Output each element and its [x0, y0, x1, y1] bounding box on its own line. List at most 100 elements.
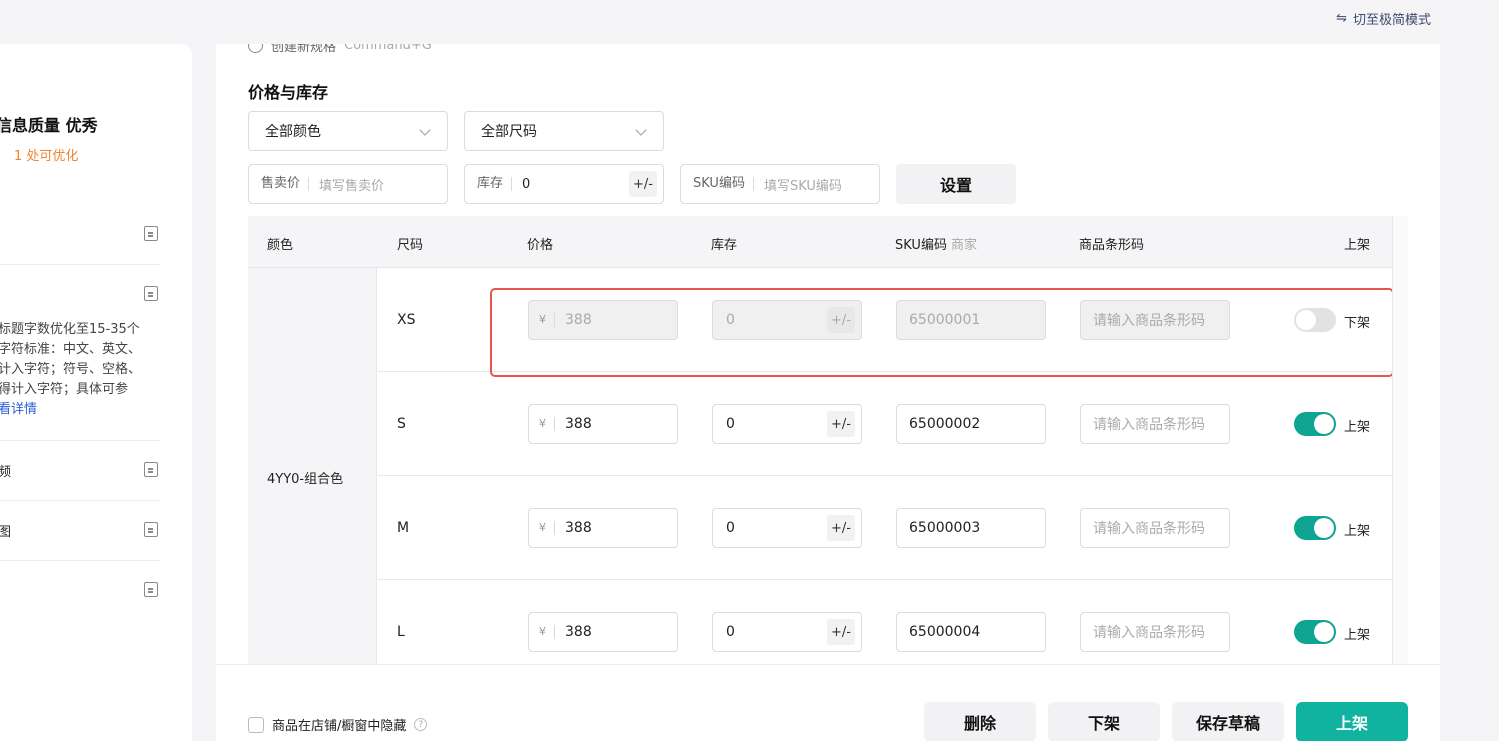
sku-input[interactable]: 65000004 — [896, 612, 1046, 652]
sku-input[interactable]: 65000002 — [896, 404, 1046, 444]
document-icon — [144, 522, 158, 537]
quality-item-image[interactable]: 图 — [0, 501, 160, 561]
listing-status: 上架 — [1344, 524, 1371, 539]
chevron-down-icon — [635, 124, 647, 136]
hide-in-shop-label: 商品在店铺/橱窗中隐藏 — [272, 719, 407, 734]
delist-button[interactable]: 下架 — [1048, 702, 1160, 741]
price-input: ¥ 388 — [528, 300, 678, 340]
color-name: 4YY0-组合色 — [267, 472, 344, 487]
batch-set-button[interactable]: 设置 — [896, 164, 1016, 204]
price-input[interactable]: ¥ 388 — [528, 612, 678, 652]
batch-stock-label: 库存 — [465, 177, 513, 191]
table-scrollbar[interactable] — [1392, 216, 1408, 664]
barcode-input[interactable]: 请输入商品条形码 — [1080, 508, 1230, 548]
sku-input[interactable]: 65000003 — [896, 508, 1046, 548]
header-size: 尺码 — [397, 238, 424, 253]
simple-mode-label: 切至极简模式 — [1352, 13, 1431, 28]
quality-item[interactable] — [0, 561, 160, 621]
row-size: S — [397, 416, 406, 432]
batch-price-placeholder: 填写售卖价 — [319, 178, 385, 194]
barcode-input[interactable]: 请输入商品条形码 — [1080, 404, 1230, 444]
sku-value: 65000001 — [909, 312, 981, 328]
header-sku: SKU编码 商家 — [895, 234, 977, 253]
color-filter-value: 全部颜色 — [265, 124, 321, 140]
barcode-input[interactable]: 请输入商品条形码 — [1080, 612, 1230, 652]
sku-table: 颜色 尺码 价格 库存 SKU编码 商家 商品条形码 上架 4YY0-组合色 XS… — [248, 216, 1408, 664]
batch-price-input[interactable]: 售卖价 填写售卖价 — [248, 164, 448, 204]
chevron-down-icon — [419, 124, 431, 136]
listing-toggle[interactable] — [1294, 412, 1336, 436]
swap-icon: ⇋ — [1336, 11, 1347, 26]
barcode-placeholder: 请输入商品条形码 — [1093, 313, 1205, 329]
size-filter-select[interactable]: 全部尺码 — [464, 111, 664, 151]
hide-in-shop-checkbox[interactable] — [248, 716, 264, 733]
save-draft-button[interactable]: 保存草稿 — [1172, 702, 1284, 741]
table-row: S ¥ 388 0 +/- 65000002 请输入商品条形码 上架 — [378, 372, 1408, 476]
stock-input[interactable]: 0 +/- — [712, 404, 862, 444]
color-filter-select[interactable]: 全部颜色 — [248, 111, 448, 151]
quality-item[interactable] — [0, 204, 160, 265]
color-cell: 4YY0-组合色 — [248, 268, 377, 664]
header-color: 颜色 — [267, 238, 294, 253]
info-circle-icon — [248, 44, 263, 53]
header-stock: 库存 — [711, 238, 738, 253]
header-listed: 上架 — [1344, 238, 1371, 253]
plus-minus-button[interactable]: +/- — [827, 619, 855, 645]
table-row: XS ¥ 388 0 +/- 65000001 请输入商品条形码 下架 — [378, 268, 1408, 372]
listing-toggle[interactable] — [1294, 308, 1336, 332]
price-value: 388 — [565, 624, 592, 640]
quality-title: 信息质量 优秀 — [0, 116, 98, 135]
delete-button[interactable]: 删除 — [924, 702, 1036, 741]
view-detail-link[interactable]: 看详情 — [0, 400, 158, 420]
listing-status: 上架 — [1344, 420, 1371, 435]
barcode-placeholder: 请输入商品条形码 — [1093, 417, 1205, 433]
create-spec-link[interactable]: 创建新规格 Command+G — [248, 44, 432, 55]
advice-line: 得计入字符；具体可参 — [0, 382, 129, 397]
size-filter-value: 全部尺码 — [481, 124, 537, 140]
yen-icon: ¥ — [529, 625, 555, 639]
table-row: M ¥ 388 0 +/- 65000003 请输入商品条形码 上架 — [378, 476, 1408, 580]
hide-in-shop-option[interactable]: 商品在店铺/橱窗中隐藏 ? — [248, 715, 428, 734]
price-input[interactable]: ¥ 388 — [528, 508, 678, 548]
plus-minus-button[interactable]: +/- — [629, 171, 657, 197]
quality-item-label: 图 — [0, 525, 12, 540]
title-advice: 标题字数优化至15-35个 字符标准：中文、英文、 计入字符；符号、空格、 得计… — [0, 320, 158, 420]
barcode-placeholder: 请输入商品条形码 — [1093, 521, 1205, 537]
optimize-hint[interactable]: 1 处可优化 — [14, 145, 78, 164]
create-spec-shortcut: Command+G — [344, 44, 432, 53]
batch-sku-input[interactable]: SKU编码 填写SKU编码 — [680, 164, 880, 204]
header-price: 价格 — [527, 238, 554, 253]
simple-mode-switch[interactable]: ⇋ 切至极简模式 — [1336, 9, 1431, 28]
listing-status: 下架 — [1344, 316, 1371, 331]
stock-value: 0 — [726, 624, 735, 640]
plus-minus-button[interactable]: +/- — [827, 515, 855, 541]
list-button[interactable]: 上架 — [1296, 702, 1408, 741]
header-sku-sub: 商家 — [950, 238, 977, 253]
listing-toggle[interactable] — [1294, 516, 1336, 540]
page: ⇋ 切至极简模式 信息质量 优秀 1 处可优化 标题字数优化至15-35个 字符… — [0, 0, 1499, 741]
stock-value: 0 — [726, 312, 735, 328]
yen-icon: ¥ — [529, 313, 555, 327]
price-input[interactable]: ¥ 388 — [528, 404, 678, 444]
price-value: 388 — [565, 520, 592, 536]
advice-line: 标题字数优化至15-35个 — [0, 322, 140, 337]
help-icon[interactable]: ? — [414, 718, 428, 731]
batch-sku-placeholder: 填写SKU编码 — [763, 178, 842, 194]
plus-minus-button[interactable]: +/- — [827, 411, 855, 437]
row-size: M — [397, 520, 410, 536]
quality-item-label: 频 — [0, 465, 12, 480]
sku-value: 65000004 — [909, 624, 981, 640]
stock-input[interactable]: 0 +/- — [712, 612, 862, 652]
footer-bar: 商品在店铺/橱窗中隐藏 ? 删除 下架 保存草稿 上架 — [216, 664, 1440, 741]
quality-item-video[interactable]: 频 — [0, 441, 160, 501]
batch-stock-input[interactable]: 库存 0 +/- — [464, 164, 664, 204]
sku-input: 65000001 — [896, 300, 1046, 340]
stock-value: 0 — [726, 520, 735, 536]
yen-icon: ¥ — [529, 417, 555, 431]
listing-toggle[interactable] — [1294, 620, 1336, 644]
stock-value: 0 — [726, 416, 735, 432]
yen-icon: ¥ — [529, 521, 555, 535]
sku-value: 65000003 — [909, 520, 981, 536]
header-barcode: 商品条形码 — [1079, 238, 1145, 253]
stock-input[interactable]: 0 +/- — [712, 508, 862, 548]
